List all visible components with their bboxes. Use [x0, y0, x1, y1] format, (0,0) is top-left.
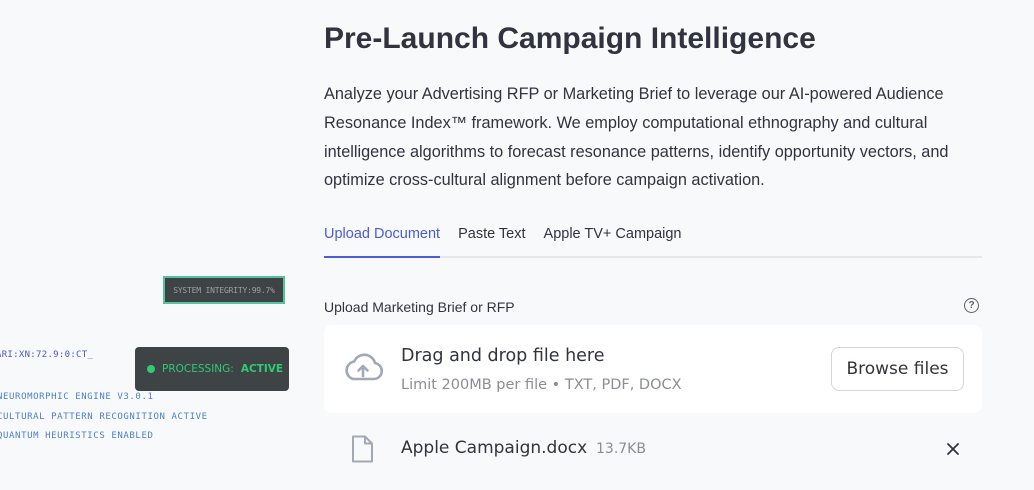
code-line: ARI:XN:72.9:0:CT_ [0, 350, 94, 360]
dropzone-subtitle: Limit 200MB per file • TXT, PDF, DOCX [401, 377, 682, 393]
system-integrity-value: 99.7% [251, 285, 275, 295]
file-dropzone[interactable]: Drag and drop file here Limit 200MB per … [324, 325, 982, 413]
status-line: NEUROMORPHIC ENGINE V3.0.1 [0, 392, 154, 402]
sidebar: SYSTEM INTEGRITY: 99.7% ARI:XN:72.9:0:CT_… [0, 0, 300, 490]
file-icon [350, 435, 374, 468]
system-integrity-badge: SYSTEM INTEGRITY: 99.7% [163, 276, 285, 304]
processing-badge: PROCESSING: ACTIVE [135, 347, 289, 391]
uploader-label: Upload Marketing Brief or RFP [324, 299, 515, 315]
close-icon[interactable] [946, 442, 960, 461]
processing-label: PROCESSING: [162, 363, 234, 375]
status-dot-icon [147, 365, 155, 373]
tab-bar: Upload Document Paste Text Apple TV+ Cam… [324, 216, 982, 258]
tab-paste-text[interactable]: Paste Text [458, 216, 525, 256]
processing-state: ACTIVE [240, 363, 284, 375]
system-integrity-label: SYSTEM INTEGRITY: [173, 285, 252, 295]
uploaded-file-row: Apple Campaign.docx 13.7KB [324, 425, 982, 473]
file-size: 13.7KB [596, 441, 646, 457]
status-line: CULTURAL PATTERN RECOGNITION ACTIVE [0, 411, 208, 422]
page-description: Analyze your Advertising RFP or Marketin… [324, 85, 949, 190]
cloud-upload-icon [342, 352, 384, 389]
status-line: QUANTUM HEURISTICS ENABLED [0, 431, 154, 441]
tab-apple-tv-campaign[interactable]: Apple TV+ Campaign [544, 216, 682, 256]
browse-files-button[interactable]: Browse files [831, 347, 964, 391]
tab-upload-document[interactable]: Upload Document [324, 216, 441, 258]
dropzone-title: Drag and drop file here [401, 346, 605, 366]
page-title: Pre-Launch Campaign Intelligence [324, 22, 816, 55]
file-name: Apple Campaign.docx [401, 438, 588, 458]
help-icon[interactable]: ? [964, 298, 979, 313]
status-list: NEUROMORPHIC ENGINE V3.0.1 CULTURAL PATT… [0, 388, 208, 447]
